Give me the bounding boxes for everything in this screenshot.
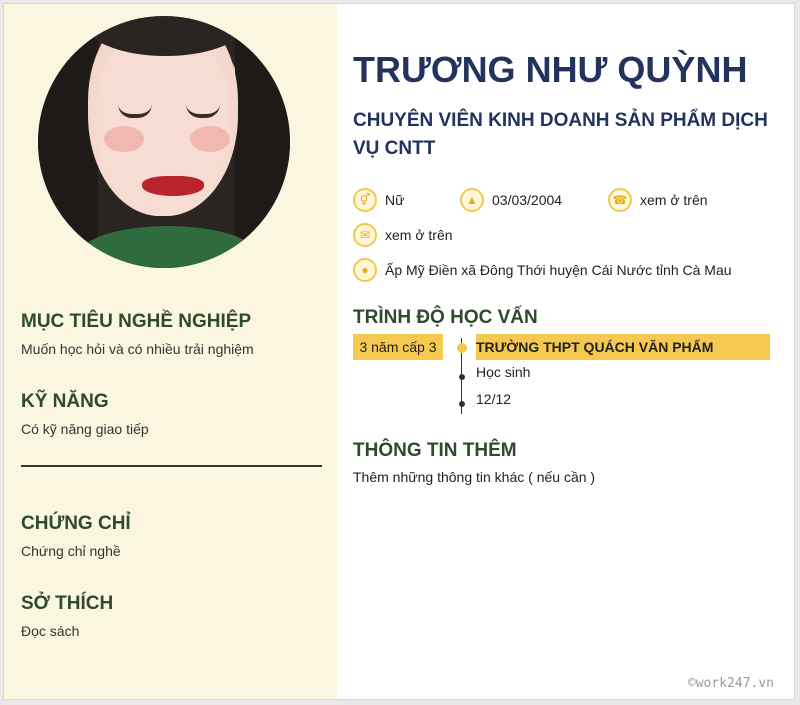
profile-photo bbox=[38, 16, 290, 268]
education-major: Học sinh bbox=[476, 364, 531, 380]
objective-heading: MỤC TIÊU NGHỀ NGHIỆP bbox=[21, 311, 252, 332]
email-value: xem ở trên bbox=[385, 227, 453, 243]
hobbies-heading: SỞ THÍCH bbox=[21, 593, 114, 614]
hobbies-text: Đọc sách bbox=[21, 623, 80, 639]
phone-value: xem ở trên bbox=[640, 192, 708, 208]
skills-section: KỸ NĂNG Có kỹ năng giao tiếp bbox=[21, 390, 149, 438]
birthday-cake-icon: ▲ bbox=[460, 188, 484, 212]
skills-heading: KỸ NĂNG bbox=[21, 391, 109, 412]
certificates-heading: CHỨNG CHỈ bbox=[21, 513, 131, 534]
email-info: ✉ xem ở trên bbox=[353, 223, 453, 247]
objective-section: MỤC TIÊU NGHỀ NGHIỆP Muốn học hỏi và có … bbox=[21, 310, 254, 358]
skills-text: Có kỹ năng giao tiếp bbox=[21, 421, 149, 437]
main-content: TRƯƠNG NHƯ QUỲNH CHUYÊN VIÊN KINH DOANH … bbox=[353, 4, 783, 699]
email-icon: ✉ bbox=[353, 223, 377, 247]
phone-info: ☎ xem ở trên bbox=[608, 188, 708, 212]
timeline-dot-main bbox=[457, 343, 467, 353]
extra-info-text: Thêm những thông tin khác ( nếu cần ) bbox=[353, 469, 596, 485]
left-sidebar: MỤC TIÊU NGHỀ NGHIỆP Muốn học hỏi và có … bbox=[4, 4, 337, 699]
job-title: CHUYÊN VIÊN KINH DOANH SẢN PHẨM DỊCH VỤ … bbox=[353, 110, 768, 159]
gender-value: Nữ bbox=[385, 192, 405, 208]
certificates-section: CHỨNG CHỈ Chứng chỉ nghề bbox=[21, 512, 131, 560]
candidate-name: TRƯƠNG NHƯ QUỲNH bbox=[353, 49, 748, 90]
cv-page: MỤC TIÊU NGHỀ NGHIỆP Muốn học hỏi và có … bbox=[4, 4, 794, 699]
address-value: Ấp Mỹ Điền xã Đông Thới huyện Cái Nước t… bbox=[385, 262, 732, 278]
extra-info-heading: THÔNG TIN THÊM bbox=[353, 440, 517, 461]
section-divider bbox=[21, 465, 322, 467]
address-info: ● Ấp Mỹ Điền xã Đông Thới huyện Cái Nước… bbox=[353, 258, 732, 282]
location-icon: ● bbox=[353, 258, 377, 282]
objective-text: Muốn học hỏi và có nhiều trải nghiệm bbox=[21, 341, 254, 357]
gender-info: ⚥ Nữ bbox=[353, 188, 404, 212]
birthday-info: ▲ 03/03/2004 bbox=[460, 188, 562, 212]
timeline-dot bbox=[459, 374, 465, 380]
certificates-text: Chứng chỉ nghề bbox=[21, 543, 121, 559]
education-period: 3 năm cấp 3 bbox=[353, 334, 443, 360]
timeline-dot bbox=[459, 401, 465, 407]
education-grade: 12/12 bbox=[476, 391, 512, 407]
gender-icon: ⚥ bbox=[353, 188, 377, 212]
hobbies-section: SỞ THÍCH Đọc sách bbox=[21, 592, 113, 640]
watermark: ©work247.vn bbox=[687, 676, 774, 691]
birthday-value: 03/03/2004 bbox=[492, 192, 563, 208]
phone-icon: ☎ bbox=[608, 188, 632, 212]
education-heading: TRÌNH ĐỘ HỌC VẤN bbox=[353, 307, 538, 328]
school-name: TRƯỜNG THPT QUÁCH VĂN PHẨM bbox=[476, 334, 770, 360]
